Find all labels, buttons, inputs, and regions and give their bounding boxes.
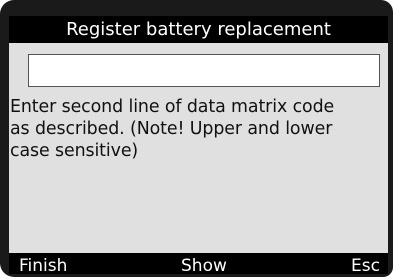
lcd-screen: Register battery replacement Enter secon…	[9, 16, 388, 274]
data-matrix-code-input[interactable]	[28, 54, 380, 87]
screen-title: Register battery replacement	[9, 16, 388, 43]
scan-tool-device: Register battery replacement Enter secon…	[0, 0, 393, 277]
finish-button[interactable]: Finish	[19, 253, 67, 274]
esc-button[interactable]: Esc	[351, 253, 380, 274]
softkey-bar: Finish Show Esc	[9, 253, 388, 274]
instruction-text: Enter second line of data matrix code as…	[10, 97, 335, 161]
show-button[interactable]: Show	[181, 253, 227, 274]
